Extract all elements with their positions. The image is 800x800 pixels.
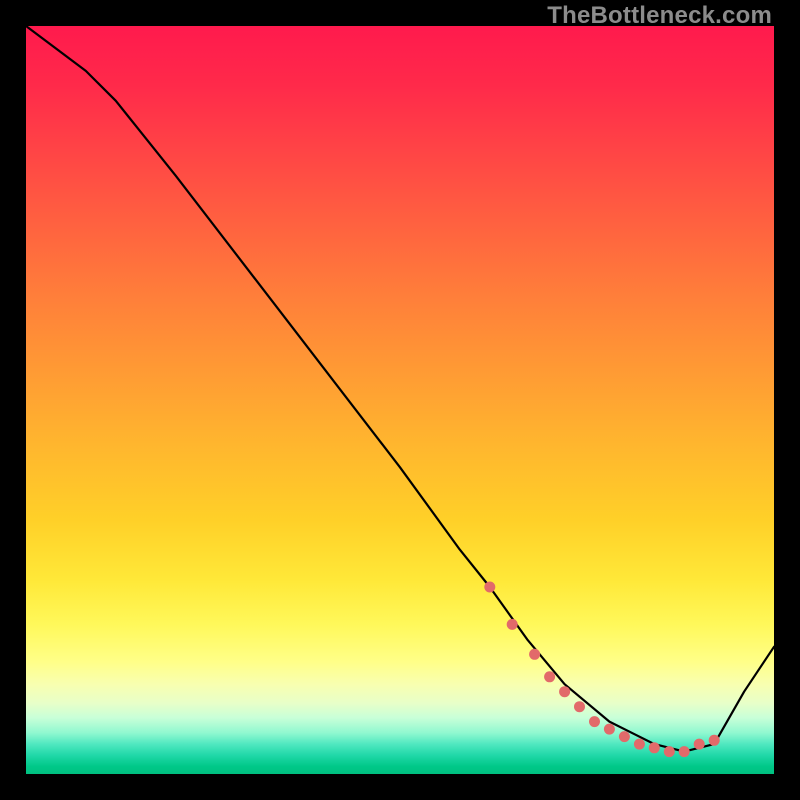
chart-frame: TheBottleneck.com	[0, 0, 800, 800]
bottleneck-curve	[26, 26, 774, 752]
curve-layer	[26, 26, 774, 774]
gradient-plot-area	[26, 26, 774, 774]
watermark-text: TheBottleneck.com	[547, 2, 772, 30]
optimal-range-markers	[484, 582, 719, 758]
